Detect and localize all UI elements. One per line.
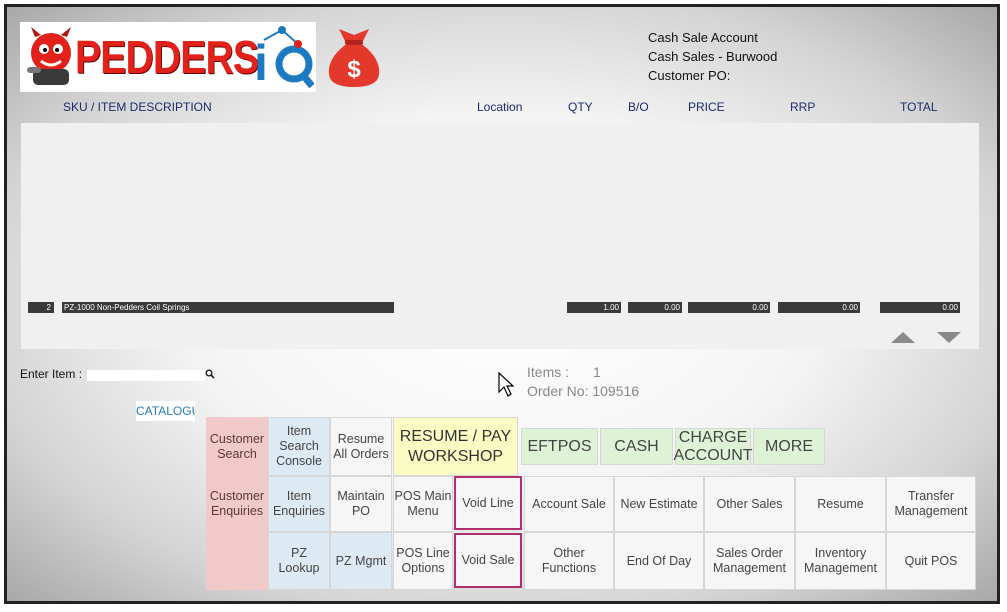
items-count: 1: [593, 364, 601, 380]
line-total: 0.00: [880, 302, 960, 313]
pedders-iq-logo: PEDDERS i: [20, 22, 316, 92]
other-sales-button[interactable]: Other Sales: [704, 476, 795, 532]
scroll-down-arrow-icon[interactable]: [937, 332, 961, 343]
pink-filler-cell: [206, 532, 268, 590]
items-label: Items :: [527, 364, 570, 380]
line-bo: 0.00: [628, 302, 682, 313]
col-bo: B/O: [628, 100, 649, 114]
col-sku: SKU / ITEM DESCRIPTION: [63, 100, 212, 114]
order-summary: Items : 1 Order No: 109516: [527, 363, 639, 401]
customer-search-button[interactable]: Customer Search: [206, 417, 268, 476]
resume-pay-workshop-button[interactable]: RESUME / PAY WORKSHOP: [393, 417, 518, 476]
account-name: Cash Sale Account: [648, 30, 758, 45]
resume-button[interactable]: Resume: [795, 476, 886, 532]
pos-window: PEDDERS i $ Cash Sale Account Cash Sales…: [4, 4, 1000, 604]
line-qty: 1.00: [567, 302, 621, 313]
svg-text:$: $: [347, 56, 361, 83]
brand-wordmark: PEDDERS: [75, 31, 259, 83]
end-of-day-button[interactable]: End Of Day: [614, 532, 704, 590]
account-info: Cash Sale Account Cash Sales - Burwood C…: [648, 28, 777, 85]
item-enquiries-button[interactable]: Item Enquiries: [268, 476, 330, 532]
devil-mascot-icon: [27, 27, 71, 85]
line-description: PZ-1000 Non-Pedders Coil Springs: [62, 302, 394, 313]
sales-order-management-button[interactable]: Sales Order Management: [704, 532, 795, 590]
account-sale-button[interactable]: Account Sale: [524, 476, 614, 532]
pz-lookup-button[interactable]: PZ Lookup: [268, 532, 330, 590]
search-icon[interactable]: [205, 369, 215, 379]
pz-mgmt-button[interactable]: PZ Mgmt: [330, 532, 392, 590]
quit-pos-button[interactable]: Quit POS: [886, 532, 976, 590]
pos-main-menu-button[interactable]: POS Main Menu: [393, 476, 453, 532]
mouse-cursor-icon: [498, 372, 514, 397]
col-price: PRICE: [688, 100, 725, 114]
scroll-up-arrow-icon[interactable]: [891, 332, 915, 343]
col-total: TOTAL: [900, 100, 938, 114]
money-bag-icon: $: [328, 29, 380, 87]
line-rrp: 0.00: [778, 302, 860, 313]
inventory-management-button[interactable]: Inventory Management: [795, 532, 886, 590]
eftpos-button[interactable]: EFTPOS: [521, 428, 598, 465]
catalogue-button[interactable]: CATALOGU: [136, 401, 195, 421]
col-qty: QTY: [568, 100, 593, 114]
iq-network-icon: i: [254, 26, 314, 88]
col-rrp: RRP: [790, 100, 816, 114]
resume-all-orders-button[interactable]: Resume All Orders: [330, 417, 392, 476]
new-estimate-button[interactable]: New Estimate: [614, 476, 704, 532]
transfer-management-button[interactable]: Transfer Management: [886, 476, 976, 532]
cash-button[interactable]: CASH: [600, 428, 673, 465]
void-line-button[interactable]: Void Line: [454, 476, 522, 530]
enter-item-input[interactable]: [87, 370, 205, 381]
maintain-po-button[interactable]: Maintain PO: [330, 476, 392, 532]
col-location: Location: [477, 100, 523, 114]
pos-line-options-button[interactable]: POS Line Options: [393, 532, 453, 590]
more-button[interactable]: MORE: [753, 428, 825, 465]
customer-po: Customer PO:: [648, 68, 731, 83]
branch-name: Cash Sales - Burwood: [648, 49, 778, 64]
sale-lines-grid[interactable]: [21, 123, 979, 349]
line-price: 0.00: [688, 302, 770, 313]
other-functions-button[interactable]: Other Functions: [524, 532, 614, 590]
charge-account-button[interactable]: CHARGE ACCOUNT: [673, 428, 753, 465]
customer-enquiries-button[interactable]: Customer Enquiries: [206, 476, 268, 532]
svg-text:i: i: [254, 35, 268, 88]
order-number: Order No: 109516: [527, 383, 640, 399]
item-search-console-button[interactable]: Item Search Console: [268, 417, 330, 476]
line-number: 2: [28, 302, 54, 313]
void-sale-button[interactable]: Void Sale: [454, 533, 522, 588]
enter-item-label: Enter Item :: [20, 367, 83, 381]
